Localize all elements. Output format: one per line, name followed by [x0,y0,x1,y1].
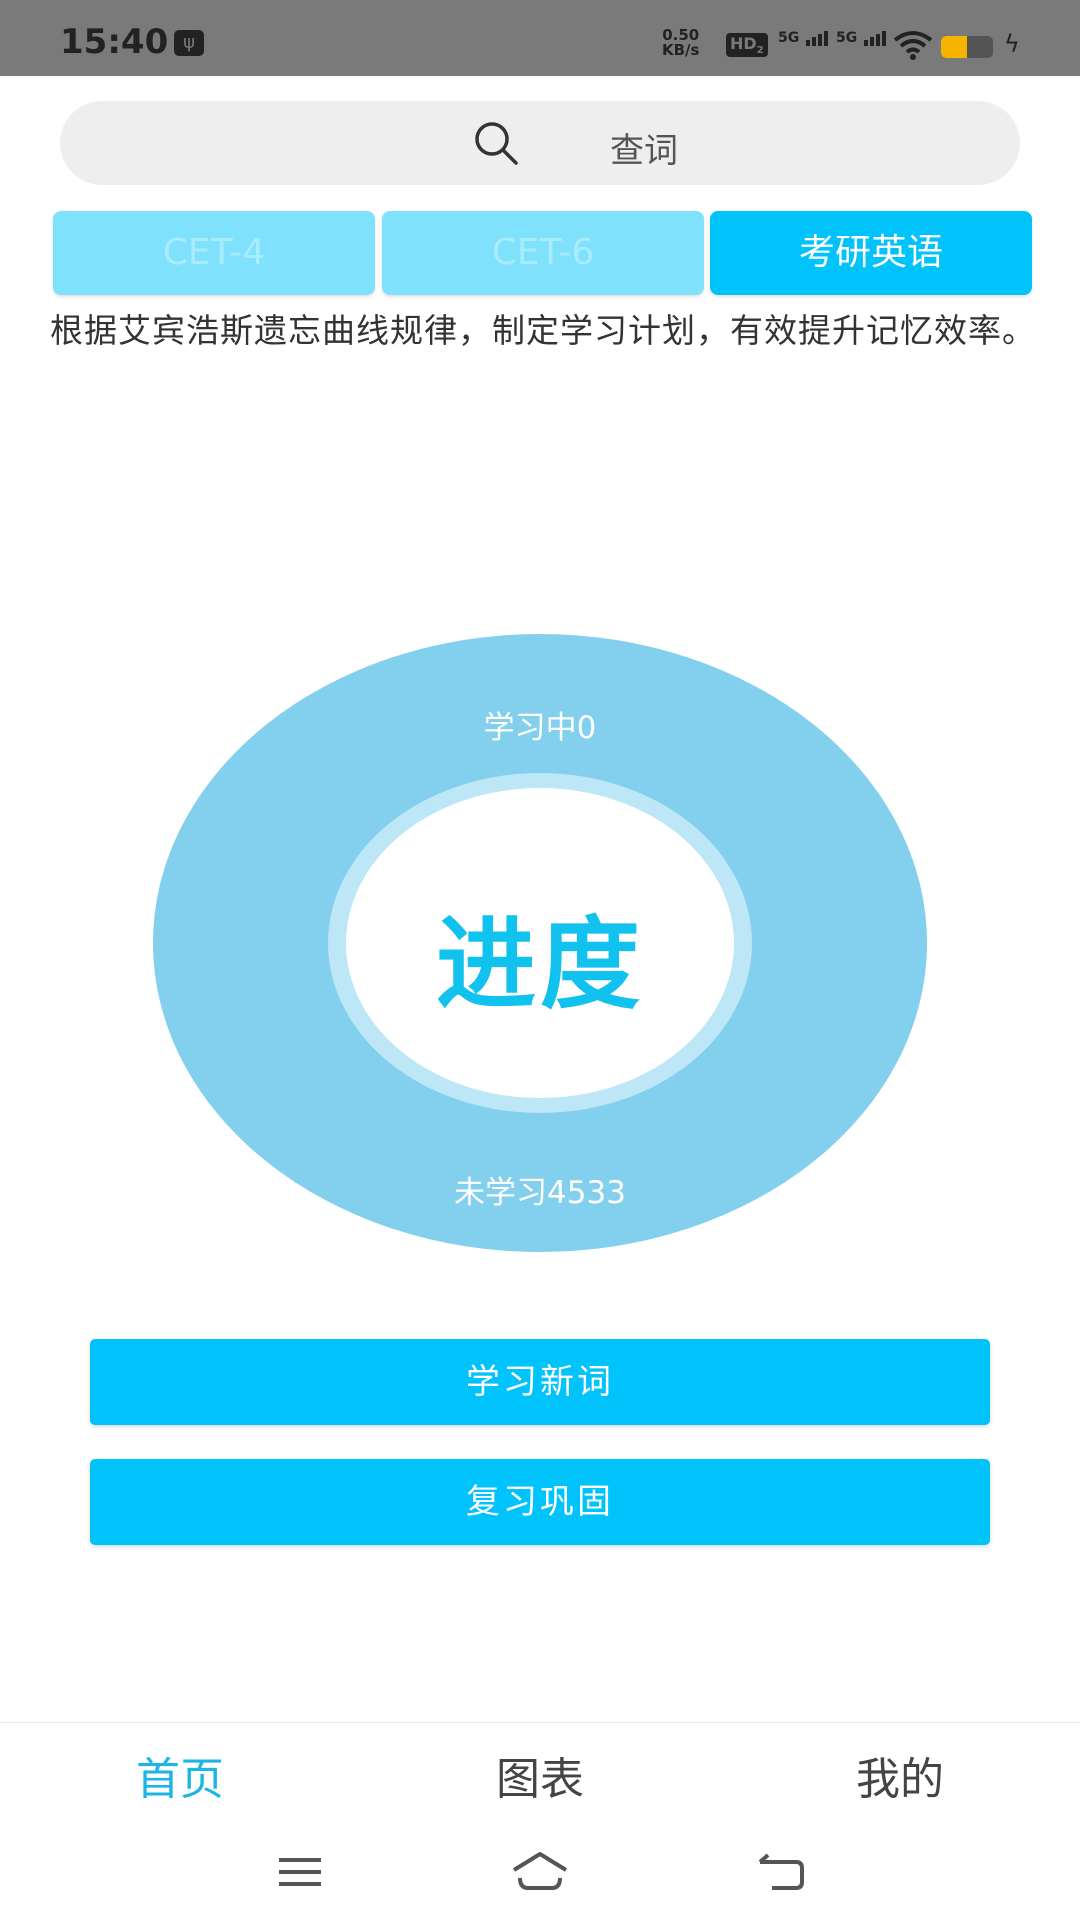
network-speed: 0.50 KB/s [662,26,700,59]
tab-cet6[interactable]: CET-6 [382,211,704,295]
status-bar: 15:40 ψ 0.50 KB/s HD2 5G 5G ϟ [0,0,1080,76]
unlearned-count-label: 未学习4533 [454,1175,626,1211]
bottom-nav: 首页 图表 我的 [0,1722,1080,1833]
signal-icon-2: 5G [836,30,888,46]
learning-count-label: 学习中0 [483,710,597,746]
battery-icon [941,36,993,58]
hd-voice-icon: HD2 [726,33,768,58]
system-nav-bar [0,1832,1080,1920]
nav-charts[interactable]: 图表 [420,1743,660,1807]
wifi-icon [893,31,933,60]
home-icon[interactable] [510,1850,570,1892]
menu-icon[interactable] [277,1854,323,1890]
tab-cet4[interactable]: CET-4 [53,211,375,295]
search-placeholder: 查词 [610,131,678,171]
signal-icon-1: 5G [778,30,830,46]
search-icon [475,122,518,165]
learn-new-words-button[interactable]: 学习新词 [90,1339,990,1425]
status-time: 15:40 [60,22,169,62]
charging-icon: ϟ [1004,30,1020,58]
search-bar[interactable]: 查词 [60,101,1020,185]
description-text: 根据艾宾浩斯遗忘曲线规律，制定学习计划，有效提升记忆效率。 [50,311,1036,350]
progress-center-label: 进度 [436,906,644,1023]
usb-debug-icon: ψ [174,30,204,56]
back-icon[interactable] [756,1852,806,1892]
nav-home[interactable]: 首页 [60,1743,300,1807]
nav-mine[interactable]: 我的 [780,1743,1020,1807]
review-button[interactable]: 复习巩固 [90,1459,990,1545]
tab-kaoyan-english[interactable]: 考研英语 [710,211,1032,295]
